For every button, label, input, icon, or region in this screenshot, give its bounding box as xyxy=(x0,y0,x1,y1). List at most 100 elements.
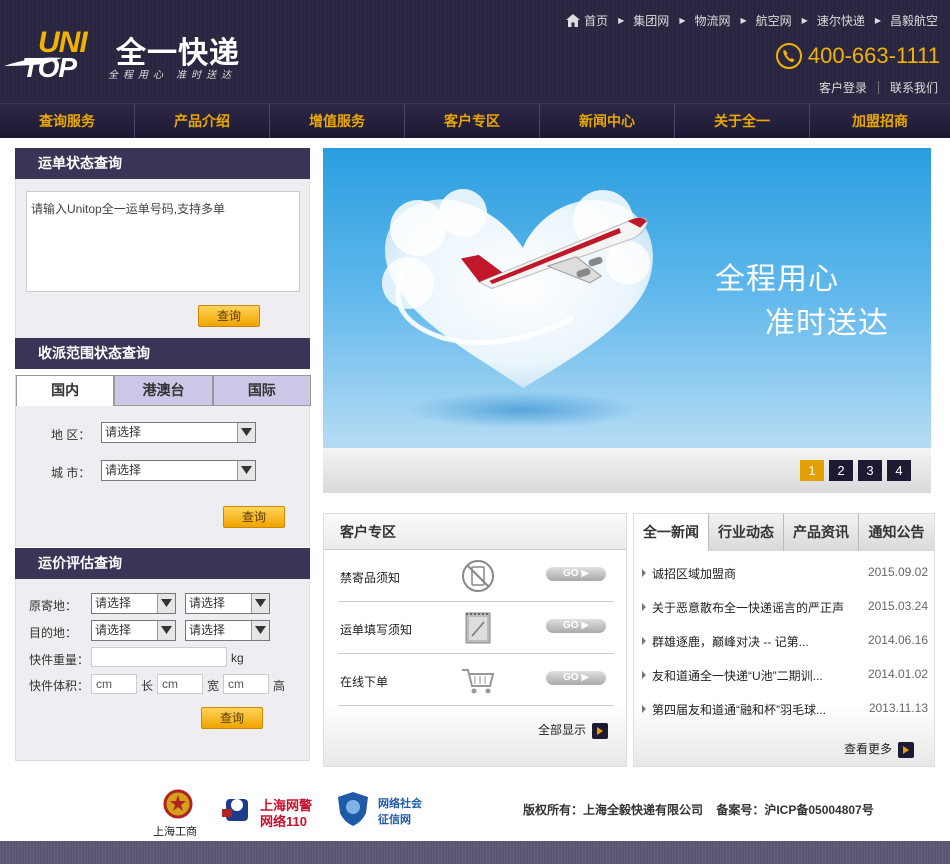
customer-row-online-order[interactable]: 在线下单 GO ▶ xyxy=(338,654,614,706)
arrow-right-icon xyxy=(898,741,914,758)
height-input[interactable]: cm xyxy=(223,674,269,694)
site-header: UNI TOP 全一快递 全程用心 准时送达 首页 ▶ 集团网 ▶ 物流网 ▶ … xyxy=(0,0,950,103)
top-nav-suer[interactable]: 速尔快递 xyxy=(817,12,865,29)
city-select-value: 请选择 xyxy=(105,463,142,477)
main-nav-about[interactable]: 关于全一 xyxy=(675,104,810,138)
logo-slogan: 全程用心 准时送达 xyxy=(108,70,237,81)
show-all-link[interactable]: 全部显示 xyxy=(538,721,608,739)
arrow-right-icon: ▶ xyxy=(874,16,881,25)
waybill-query-button[interactable]: 查询 xyxy=(198,305,260,327)
main-nav-query[interactable]: 查询服务 xyxy=(0,104,135,138)
top-nav-aviation[interactable]: 航空网 xyxy=(756,12,792,29)
tab-announcements[interactable]: 通知公告 xyxy=(859,514,934,551)
banner-page-1[interactable]: 1 xyxy=(800,460,824,481)
bullet-icon xyxy=(642,603,646,611)
tab-hk-macau-taiwan[interactable]: 港澳台 xyxy=(114,375,213,406)
price-query-title: 运价评估查询 xyxy=(15,548,310,579)
city-select[interactable]: 请选择 xyxy=(101,460,256,481)
go-button[interactable]: GO ▶ xyxy=(546,619,606,633)
badge-label: 上海工商 xyxy=(153,826,197,838)
tab-company-news[interactable]: 全一新闻 xyxy=(634,514,709,551)
banner-page-3[interactable]: 3 xyxy=(858,460,882,481)
length-input[interactable]: cm xyxy=(91,674,137,694)
chevron-down-icon xyxy=(157,621,175,640)
banner-pager: 1 2 3 4 xyxy=(323,448,931,493)
hero-banner[interactable]: 全程用心 准时送达 xyxy=(323,148,931,448)
police-icon xyxy=(222,799,248,821)
dest-city-select[interactable]: 请选择 xyxy=(185,620,270,641)
national-emblem-icon xyxy=(163,789,193,819)
news-item[interactable]: 群雄逐鹿，巅峰对决 -- 记第... 2014.06.16 xyxy=(642,633,928,653)
width-input[interactable]: cm xyxy=(157,674,203,694)
weight-input[interactable] xyxy=(91,647,227,667)
main-nav-customer[interactable]: 客户专区 xyxy=(405,104,540,138)
customer-row-prohibited[interactable]: 禁寄品须知 GO ▶ xyxy=(338,550,614,602)
login-link[interactable]: 客户登录 xyxy=(819,79,867,96)
origin-city-select[interactable]: 请选择 xyxy=(185,593,270,614)
bullet-icon xyxy=(642,671,646,679)
tab-international[interactable]: 国际 xyxy=(212,375,311,406)
top-nav: 首页 ▶ 集团网 ▶ 物流网 ▶ 航空网 ▶ 速尔快递 ▶ 昌毅航空 xyxy=(566,12,938,29)
customer-zone-panel: 客户专区 禁寄品须知 GO ▶ 运单填写须知 GO ▶ 在线下单 GO ▶ 全部… xyxy=(323,513,627,767)
weight-unit: kg xyxy=(231,651,244,665)
tab-product-news[interactable]: 产品资讯 xyxy=(784,514,859,551)
region-select[interactable]: 请选择 xyxy=(101,422,256,443)
top-nav-changyi[interactable]: 昌毅航空 xyxy=(890,12,938,29)
bullet-icon xyxy=(642,637,646,645)
top-nav-home[interactable]: 首页 xyxy=(566,12,608,29)
height-label: 高 xyxy=(273,679,286,693)
shanghai-aic-badge[interactable]: 上海工商 xyxy=(153,789,203,839)
price-query-button[interactable]: 查询 xyxy=(201,707,263,729)
social-credit-badge[interactable]: 网络社会 征信网 xyxy=(336,789,436,829)
waybill-number-input[interactable]: 请输入Unitop全一运单号码,支持多单 xyxy=(26,191,300,292)
main-nav-products[interactable]: 产品介绍 xyxy=(135,104,270,138)
news-item[interactable]: 关于恶意散布全一快递谣言的严正声 2015.03.24 xyxy=(642,599,928,619)
news-item[interactable]: 友和道通全一快递“U池”二期训... 2014.01.02 xyxy=(642,667,928,687)
customer-row-label: 在线下单 xyxy=(340,675,389,689)
news-item[interactable]: 诚招区域加盟商 2015.09.02 xyxy=(642,565,928,585)
tab-industry-news[interactable]: 行业动态 xyxy=(709,514,784,551)
top-nav-label: 首页 xyxy=(584,14,609,28)
top-nav-logistics[interactable]: 物流网 xyxy=(694,12,730,29)
copyright-text: 版权所有：上海全毅快递有限公司 备案号：沪ICP备05004807号 xyxy=(523,803,874,817)
hotline: 400-663-1111 xyxy=(775,43,940,69)
go-button[interactable]: GO ▶ xyxy=(546,671,606,685)
news-item[interactable]: 第四届友和道通“融和杯”羽毛球... 2013.11.13 xyxy=(642,701,928,721)
customer-row-waybill-guide[interactable]: 运单填写须知 GO ▶ xyxy=(338,602,614,654)
arrow-right-icon xyxy=(592,722,608,739)
coverage-query-title: 收派范围状态查询 xyxy=(15,338,310,369)
top-nav-group[interactable]: 集团网 xyxy=(633,12,669,29)
logo-top: TOP xyxy=(22,52,77,83)
city-label: 城 市： xyxy=(51,466,91,480)
main-nav-news[interactable]: 新闻中心 xyxy=(540,104,675,138)
news-tabs: 全一新闻 行业动态 产品资讯 通知公告 xyxy=(634,514,934,551)
banner-page-2[interactable]: 2 xyxy=(829,460,853,481)
main-nav-value-added[interactable]: 增值服务 xyxy=(270,104,405,138)
bullet-icon xyxy=(642,569,646,577)
bullet-icon xyxy=(642,705,646,713)
dest-province-select[interactable]: 请选择 xyxy=(91,620,176,641)
shield-icon xyxy=(338,792,368,826)
main-nav: 查询服务 产品介绍 增值服务 客户专区 新闻中心 关于全一 加盟招商 xyxy=(0,103,950,138)
banner-slogan-line2: 准时送达 xyxy=(765,306,889,341)
shanghai-cyber-police-badge[interactable]: 上海网警 网络110 xyxy=(220,789,320,829)
banner-page-4[interactable]: 4 xyxy=(887,460,911,481)
origin-label: 原寄地： xyxy=(29,599,78,613)
news-date: 2013.11.13 xyxy=(868,701,928,715)
news-date: 2014.01.02 xyxy=(867,667,928,681)
chevron-down-icon xyxy=(237,423,255,442)
coverage-query-button[interactable]: 查询 xyxy=(223,506,285,528)
go-button[interactable]: GO ▶ xyxy=(546,567,606,581)
view-more-link[interactable]: 查看更多 xyxy=(844,740,914,758)
tab-domestic[interactable]: 国内 xyxy=(16,375,115,406)
site-logo[interactable]: UNI TOP 全一快递 全程用心 准时送达 xyxy=(4,26,294,83)
contact-link[interactable]: 联系我们 xyxy=(890,79,938,96)
main-nav-franchise[interactable]: 加盟招商 xyxy=(810,104,950,138)
origin-province-select[interactable]: 请选择 xyxy=(91,593,176,614)
chevron-down-icon xyxy=(237,461,255,480)
waybill-query-panel: 请输入Unitop全一运单号码,支持多单 查询 xyxy=(15,179,310,338)
news-title: 关于恶意散布全一快递谣言的严正声 xyxy=(652,601,845,615)
coverage-tabs: 国内 港澳台 国际 xyxy=(16,375,311,406)
dest-province-value: 请选择 xyxy=(95,623,132,637)
badge-label-line1: 网络社会 xyxy=(378,798,422,810)
